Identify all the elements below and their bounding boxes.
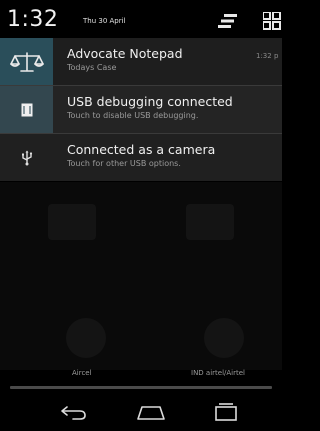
status-date[interactable]: Thu 30 April: [83, 17, 126, 25]
dim-background-shape: [48, 204, 96, 240]
notification-icon-box: [0, 38, 53, 85]
notification-subtitle: Touch to disable USB debugging.: [67, 111, 199, 120]
status-clock: 1:32: [7, 7, 59, 32]
usb-debug-icon: [21, 103, 32, 116]
notification-title: USB debugging connected: [67, 94, 233, 109]
dim-background-shape: [204, 318, 244, 358]
notification-subtitle: Touch for other USB options.: [67, 159, 181, 168]
navigation-bar: [0, 392, 282, 431]
scales-of-justice-icon: [9, 51, 44, 72]
quick-settings-icon[interactable]: [263, 12, 282, 30]
home-button[interactable]: [131, 400, 171, 424]
notification-usb-debugging[interactable]: USB debugging connected Touch to disable…: [0, 86, 282, 133]
shade-drag-handle[interactable]: [10, 386, 272, 389]
notification-title: Connected as a camera: [67, 142, 216, 157]
usb-icon: [21, 150, 32, 165]
notification-icon-box: [0, 86, 53, 133]
notification-usb-camera[interactable]: Connected as a camera Touch for other US…: [0, 134, 282, 181]
notification-advocate-notepad[interactable]: Advocate Notepad Todays Case 1:32 p: [0, 38, 282, 85]
dim-background-shape: [66, 318, 106, 358]
carrier-label: Aircel: [72, 369, 92, 377]
notification-time: 1:32 p: [256, 52, 279, 60]
recent-apps-icon: [215, 403, 237, 421]
carrier-label: IND airtel/Airtel: [191, 369, 245, 377]
notification-icon-box: [0, 134, 53, 181]
clear-all-icon[interactable]: [216, 13, 238, 29]
notification-shade-background: [0, 182, 282, 370]
back-icon: [61, 406, 86, 420]
recent-apps-button[interactable]: [206, 400, 246, 424]
status-bar: 1:32 Thu 30 April: [0, 0, 282, 38]
back-button[interactable]: [54, 400, 94, 424]
notification-title: Advocate Notepad: [67, 46, 183, 61]
dim-background-shape: [186, 204, 234, 240]
home-icon: [137, 406, 165, 420]
notification-subtitle: Todays Case: [67, 63, 117, 72]
